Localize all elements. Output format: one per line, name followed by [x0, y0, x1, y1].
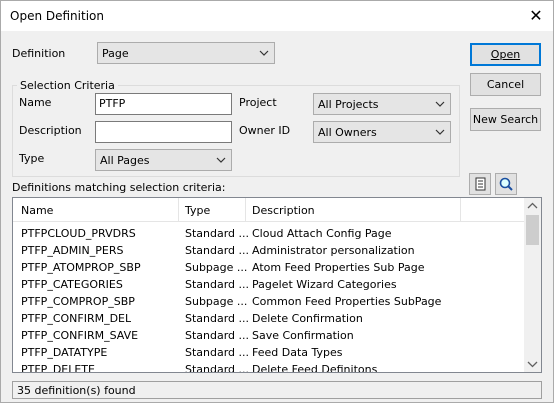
list-header: Name Type Description: [13, 198, 525, 222]
description-field[interactable]: [95, 121, 232, 143]
cell-type: Standard ...: [185, 278, 250, 291]
column-divider: [460, 198, 461, 221]
chevron-down-icon: [435, 124, 445, 143]
status-text: 35 definition(s) found: [17, 384, 136, 397]
close-icon[interactable]: ✕: [525, 5, 547, 27]
cell-type: Subpage ...: [185, 261, 248, 274]
definition-select[interactable]: Page: [97, 42, 275, 64]
open-button[interactable]: Open: [470, 43, 541, 66]
open-definition-dialog: Open Definition ✕ Definition Page Open C…: [0, 0, 554, 403]
cell-name: PTFP_CATEGORIES: [21, 278, 123, 291]
table-row[interactable]: PTFP_ADMIN_PERS Standard ... Administrator…: [13, 243, 525, 260]
cell-type: Standard ...: [185, 312, 250, 325]
owner-value: All Owners: [318, 126, 377, 139]
column-header-type[interactable]: Type: [185, 204, 210, 217]
cell-description: Pagelet Wizard Categories: [252, 278, 397, 291]
cell-description: Feed Data Types: [252, 346, 343, 359]
table-row[interactable]: PTFP_CONFIRM_DEL Standard ... Delete Confi…: [13, 311, 525, 328]
open-button-label: Open: [490, 48, 521, 61]
project-label: Project: [239, 96, 277, 109]
cell-description: Cloud Attach Config Page: [252, 227, 392, 240]
cell-name: PTFP_CONFIRM_SAVE: [21, 329, 139, 342]
title-bar: Open Definition ✕: [1, 1, 553, 31]
dialog-title: Open Definition: [10, 9, 104, 23]
owner-label: Owner ID: [239, 124, 291, 137]
chevron-down-icon: [216, 152, 226, 171]
properties-icon[interactable]: [469, 173, 491, 195]
description-label: Description: [19, 124, 82, 137]
cell-description: Delete Confirmation: [252, 312, 363, 325]
table-row[interactable]: PTFP_DATATYPE Standard ... Feed Data Types: [13, 345, 525, 362]
cell-name: PTFP_ATOMPROP_SBP: [21, 261, 141, 274]
definition-value: Page: [102, 47, 129, 60]
cell-type: Standard ...: [185, 346, 250, 359]
column-header-description[interactable]: Description: [252, 204, 315, 217]
scroll-down-icon[interactable]: [527, 359, 538, 369]
cell-type: Standard ...: [185, 244, 250, 257]
cell-type: Subpage ...: [185, 295, 248, 308]
cell-description: Common Feed Properties SubPage: [252, 295, 442, 308]
cell-description: Atom Feed Properties Sub Page: [252, 261, 425, 274]
name-field[interactable]: PTFP: [95, 93, 232, 115]
cell-type: Standard ...: [185, 329, 250, 342]
name-label: Name: [19, 96, 52, 109]
table-row[interactable]: PTFP_DELETE Standard ... Delete Feed Defin…: [13, 362, 525, 373]
new-search-button-label: New Search: [472, 113, 539, 126]
cancel-button-label: Cancel: [486, 78, 525, 91]
type-value: All Pages: [100, 154, 150, 167]
chevron-down-icon: [435, 96, 445, 115]
cell-name: PTFP_COMPROP_SBP: [21, 295, 135, 308]
scrollbar-thumb[interactable]: [526, 215, 539, 245]
cell-type: Standard ...: [185, 227, 250, 240]
cell-description: Save Confirmation: [252, 329, 354, 342]
definition-label: Definition: [12, 47, 66, 60]
cell-name: PTFP_DELETE: [21, 363, 95, 373]
table-row[interactable]: PTFP_COMPROP_SBP Subpage ... Common Feed P…: [13, 294, 525, 311]
status-bar: 35 definition(s) found: [12, 381, 542, 399]
cell-name: PTFP_CONFIRM_DEL: [21, 312, 132, 325]
table-row[interactable]: PTFPCLOUD_PRVDRS Standard ... Cloud Attach…: [13, 226, 525, 243]
type-label: Type: [19, 152, 45, 165]
column-header-name[interactable]: Name: [21, 204, 53, 217]
magnifier-icon[interactable]: [495, 173, 517, 195]
table-row[interactable]: PTFP_CONFIRM_SAVE Standard ... Save Confir…: [13, 328, 525, 345]
new-search-button[interactable]: New Search: [470, 108, 541, 131]
vertical-scrollbar[interactable]: [524, 198, 541, 372]
column-divider: [178, 198, 179, 221]
table-row[interactable]: PTFP_CATEGORIES Standard ... Pagelet Wizar…: [13, 277, 525, 294]
type-select[interactable]: All Pages: [95, 149, 232, 171]
cell-name: PTFP_DATATYPE: [21, 346, 108, 359]
results-list[interactable]: Name Type Description PTFPCLOUD_PRVDRS St…: [12, 197, 542, 373]
scroll-up-icon[interactable]: [527, 201, 538, 211]
cell-name: PTFPCLOUD_PRVDRS: [21, 227, 136, 240]
cell-type: Standard ...: [185, 363, 250, 373]
cell-name: PTFP_ADMIN_PERS: [21, 244, 124, 257]
table-row[interactable]: PTFP_ATOMPROP_SBP Subpage ... Atom Feed Pr…: [13, 260, 525, 277]
selection-criteria-title: Selection Criteria: [17, 79, 118, 92]
owner-select[interactable]: All Owners: [313, 121, 451, 143]
chevron-down-icon: [259, 45, 269, 64]
cancel-button[interactable]: Cancel: [470, 73, 541, 96]
project-value: All Projects: [318, 98, 379, 111]
cell-description: Administrator personalization: [252, 244, 415, 257]
column-divider: [245, 198, 246, 221]
cell-description: Delete Feed Definitons: [252, 363, 378, 373]
results-label: Definitions matching selection criteria:: [12, 181, 226, 194]
project-select[interactable]: All Projects: [313, 93, 451, 115]
